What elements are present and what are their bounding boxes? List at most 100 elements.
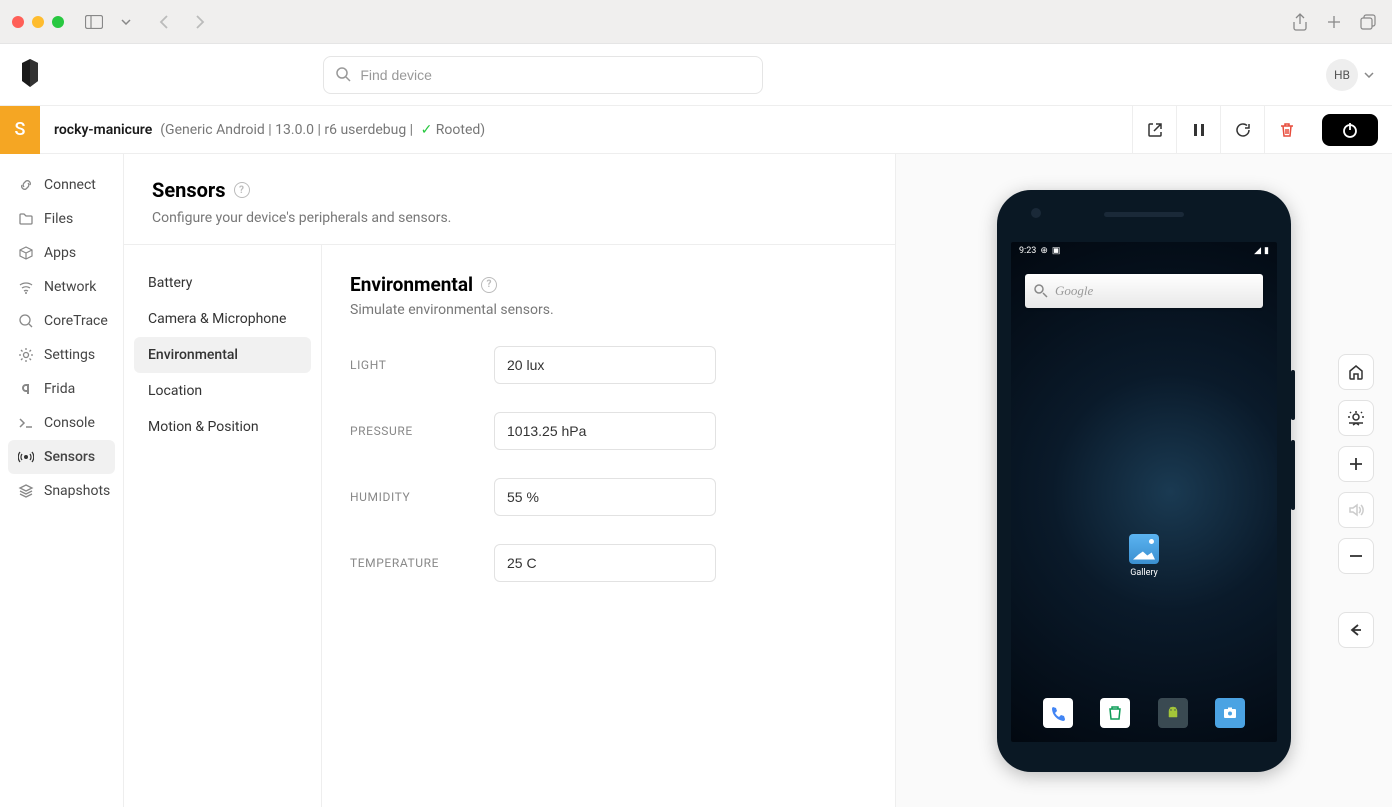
android-app-icon[interactable]: [1158, 698, 1188, 728]
subnav-item-camera-microphone[interactable]: Camera & Microphone: [134, 301, 311, 337]
phone-search-widget[interactable]: Google: [1025, 274, 1263, 308]
open-external-button[interactable]: [1132, 106, 1176, 154]
panel-title-text: Environmental: [350, 273, 473, 296]
tabs-icon[interactable]: [1356, 10, 1380, 34]
maximize-window-button[interactable]: [52, 16, 64, 28]
device-build: r6 userdebug: [324, 122, 406, 138]
sensors-subnav: Battery Camera & Microphone Environmenta…: [124, 245, 322, 807]
forward-button[interactable]: [188, 10, 212, 34]
device-name: rocky-manicure: [54, 122, 152, 138]
sidebar-item-connect[interactable]: Connect: [8, 168, 115, 202]
new-tab-icon[interactable]: [1322, 10, 1346, 34]
field-label: TEMPERATURE: [350, 556, 494, 570]
preview-controls: [1338, 354, 1374, 648]
subnav-item-motion-position[interactable]: Motion & Position: [134, 409, 311, 445]
page-title: Sensors ?: [152, 178, 867, 202]
sidebar-item-console[interactable]: Console: [8, 406, 115, 440]
subnav-item-location[interactable]: Location: [134, 373, 311, 409]
sidebar: Connect Files Apps Network CoreTrace Set…: [0, 154, 124, 807]
sidebar-item-snapshots[interactable]: Snapshots: [8, 474, 115, 508]
device-meta: (Generic Android | 13.0.0 | r6 userdebug…: [160, 122, 485, 138]
layers-icon: [18, 483, 34, 499]
sidebar-item-frida[interactable]: Frida: [8, 372, 115, 406]
sidebar-item-files[interactable]: Files: [8, 202, 115, 236]
help-icon[interactable]: ?: [481, 277, 497, 293]
sidebar-item-label: CoreTrace: [44, 313, 108, 329]
phone-frame: 9:23 ⊕ ▣ ◢ ▮ Google: [997, 190, 1291, 772]
rooted-label: Rooted: [436, 122, 481, 138]
field-label: LIGHT: [350, 358, 494, 372]
search-icon: [18, 313, 34, 329]
sidebar-item-label: Sensors: [44, 449, 95, 465]
device-badge: S: [0, 106, 40, 154]
panel-subtitle: Simulate environmental sensors.: [350, 302, 867, 318]
pressure-input[interactable]: [494, 412, 716, 450]
chevron-down-icon[interactable]: [114, 10, 138, 34]
field-label: HUMIDITY: [350, 490, 494, 504]
link-icon: [18, 177, 34, 193]
pause-button[interactable]: [1176, 106, 1220, 154]
content: Sensors ? Configure your device's periph…: [124, 154, 896, 807]
content-header: Sensors ? Configure your device's periph…: [124, 154, 895, 245]
phone-screen[interactable]: 9:23 ⊕ ▣ ◢ ▮ Google: [1011, 242, 1277, 742]
sidebar-item-label: Snapshots: [44, 483, 110, 499]
back-button[interactable]: [152, 10, 176, 34]
share-icon[interactable]: [1288, 10, 1312, 34]
app-logo: [18, 59, 42, 91]
search-input[interactable]: [323, 56, 763, 94]
subnav-item-environmental[interactable]: Environmental: [134, 337, 311, 373]
sidebar-item-label: Connect: [44, 177, 96, 193]
page-title-text: Sensors: [152, 178, 226, 202]
close-window-button[interactable]: [12, 16, 24, 28]
grid-icon: [18, 245, 34, 261]
sidebar-item-settings[interactable]: Settings: [8, 338, 115, 372]
help-icon[interactable]: ?: [234, 182, 250, 198]
search-icon: [1033, 283, 1049, 299]
signal-icon: ◢: [1254, 246, 1261, 256]
volume-down-button[interactable]: [1338, 538, 1374, 574]
terminal-icon: [18, 415, 34, 431]
volume-up-button[interactable]: [1338, 446, 1374, 482]
sidebar-item-label: Frida: [44, 381, 75, 397]
battery-icon: ▮: [1264, 246, 1269, 256]
sidebar-item-network[interactable]: Network: [8, 270, 115, 304]
delete-button[interactable]: [1264, 106, 1308, 154]
camera-app-icon[interactable]: [1215, 698, 1245, 728]
brightness-button[interactable]: [1338, 400, 1374, 436]
sidebar-item-apps[interactable]: Apps: [8, 236, 115, 270]
trash-app-icon[interactable]: [1100, 698, 1130, 728]
sidebar-item-label: Apps: [44, 245, 76, 261]
light-input[interactable]: [494, 346, 716, 384]
humidity-input[interactable]: [494, 478, 716, 516]
device-version: 13.0.0: [275, 122, 314, 138]
app-topbar: HB: [0, 44, 1392, 106]
user-menu-chevron[interactable]: [1364, 72, 1374, 78]
device-preview: 9:23 ⊕ ▣ ◢ ▮ Google: [896, 154, 1392, 807]
power-button[interactable]: [1322, 114, 1378, 146]
minimize-window-button[interactable]: [32, 16, 44, 28]
field-row-pressure: PRESSURE: [350, 412, 867, 450]
temperature-input[interactable]: [494, 544, 716, 582]
sidebar-toggle-button[interactable]: [82, 10, 106, 34]
subnav-item-battery[interactable]: Battery: [134, 265, 311, 301]
frida-icon: [18, 381, 34, 397]
phone-search-text: Google: [1055, 283, 1093, 299]
phone-app-icon[interactable]: [1043, 698, 1073, 728]
traffic-lights: [12, 16, 64, 28]
gallery-icon: [1129, 534, 1159, 564]
device-bar: S rocky-manicure (Generic Android | 13.0…: [0, 106, 1392, 154]
back-button[interactable]: [1338, 612, 1374, 648]
phone-app-gallery[interactable]: Gallery: [1129, 534, 1159, 578]
home-button[interactable]: [1338, 354, 1374, 390]
device-os: Generic Android: [165, 122, 265, 138]
sidebar-item-sensors[interactable]: Sensors: [8, 440, 115, 474]
field-row-light: LIGHT: [350, 346, 867, 384]
sound-button[interactable]: [1338, 492, 1374, 528]
refresh-button[interactable]: [1220, 106, 1264, 154]
phone-statusbar: 9:23 ⊕ ▣ ◢ ▮: [1011, 242, 1277, 260]
phone-camera: [1031, 208, 1041, 218]
phone-side-button: [1291, 370, 1295, 420]
user-avatar[interactable]: HB: [1326, 59, 1358, 91]
environmental-panel: Environmental ? Simulate environmental s…: [322, 245, 895, 807]
sidebar-item-coretrace[interactable]: CoreTrace: [8, 304, 115, 338]
